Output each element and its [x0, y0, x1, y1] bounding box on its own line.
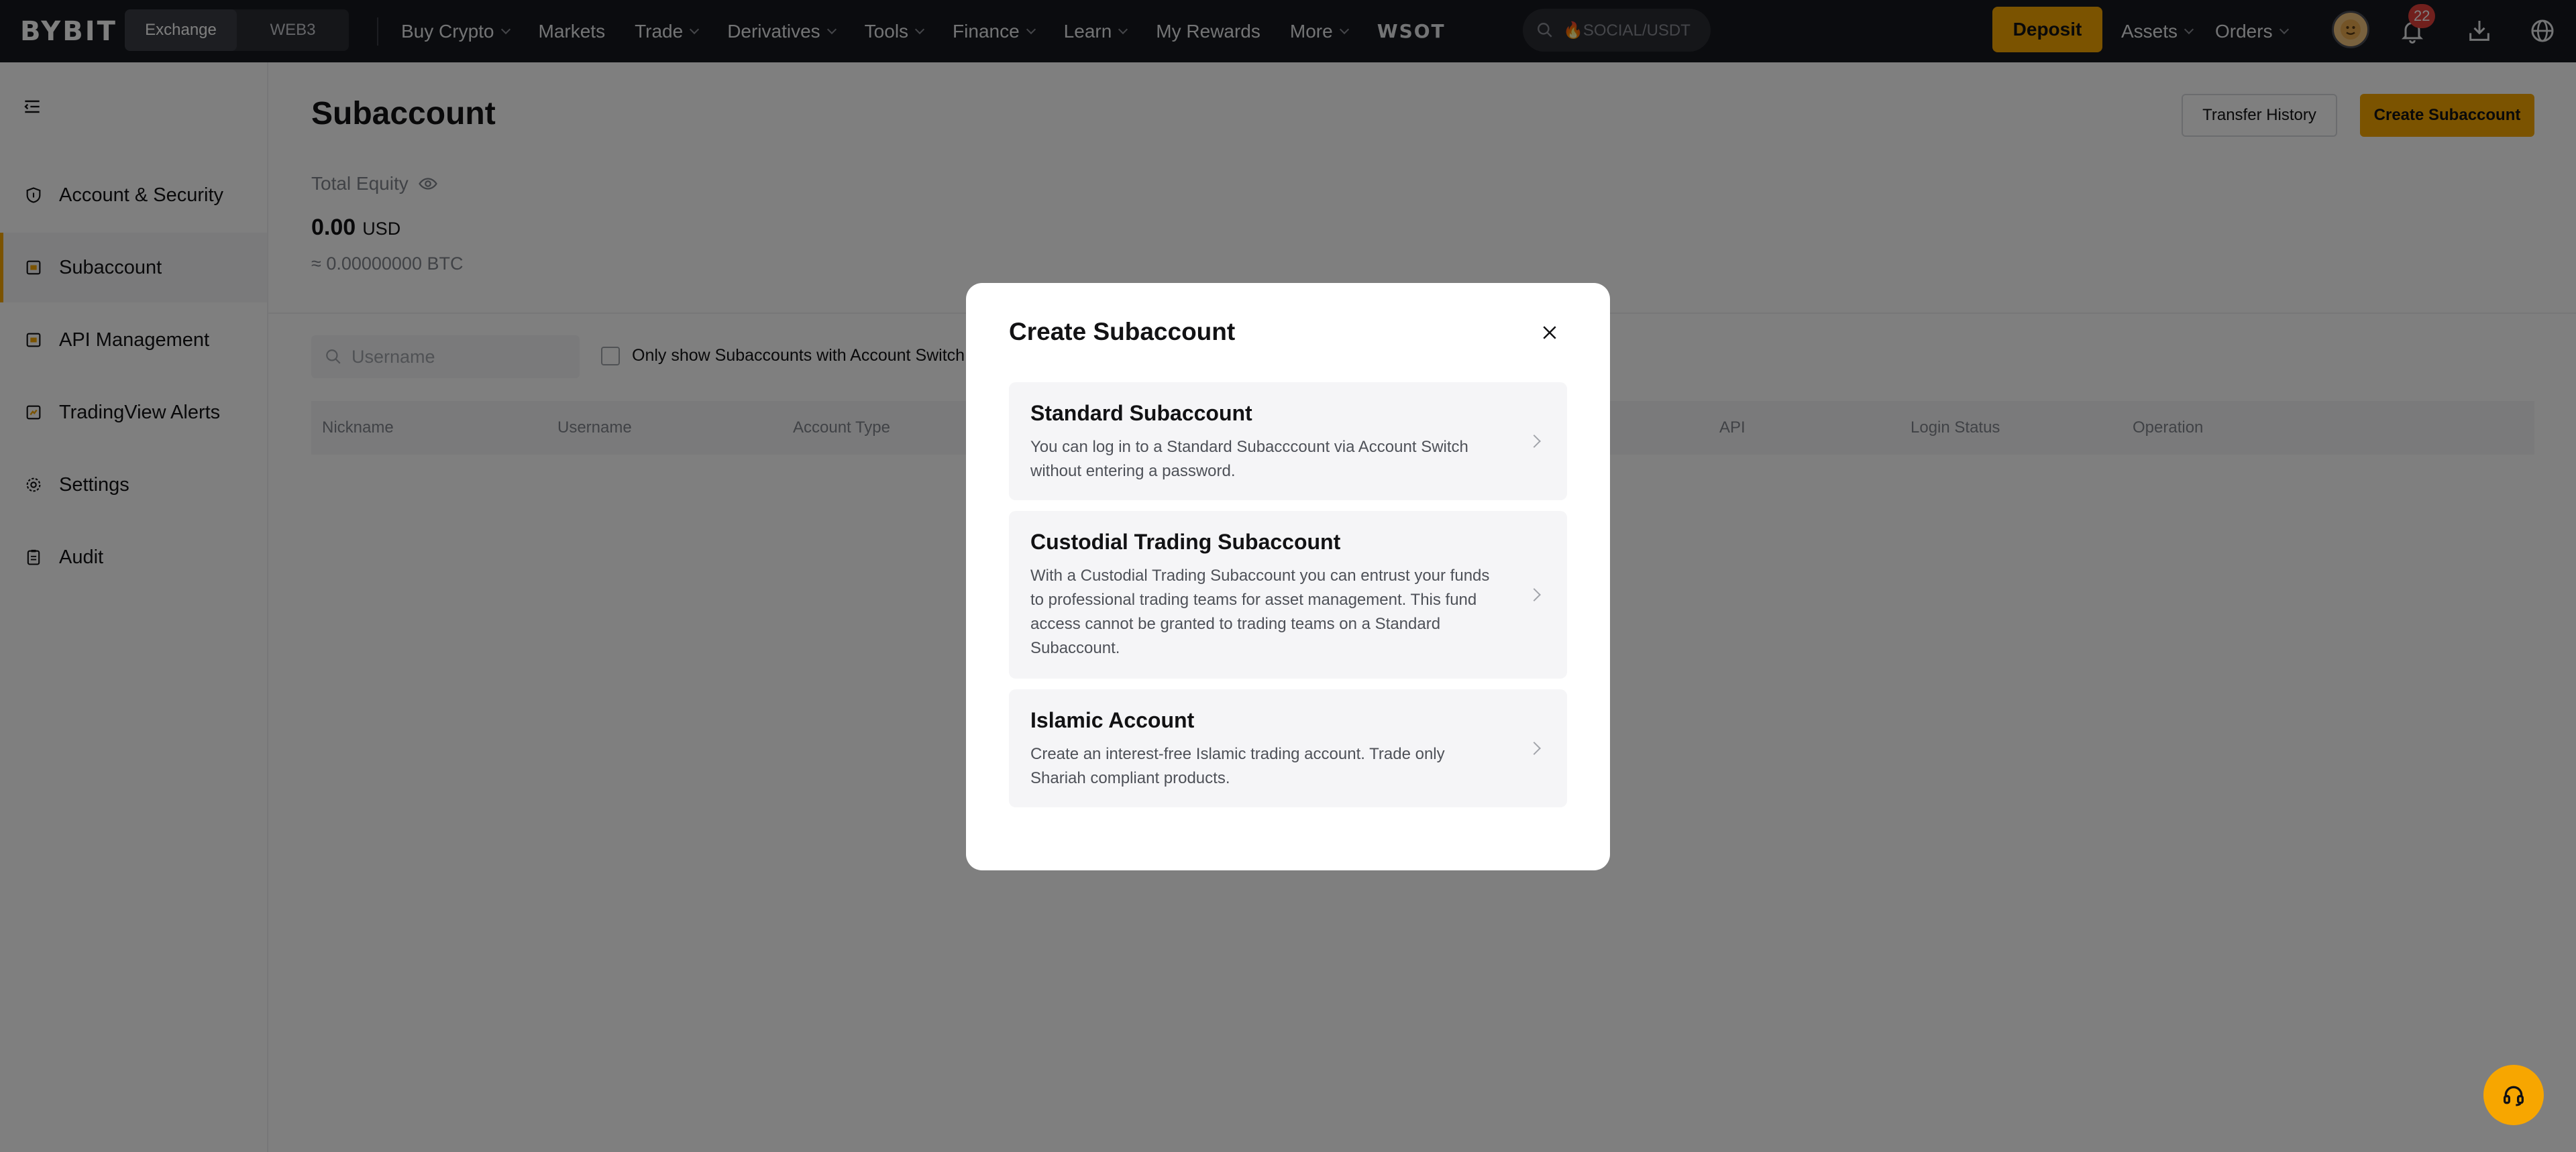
option-description: You can log in to a Standard Subacccount… [1030, 438, 1468, 480]
chevron-right-icon [1527, 588, 1541, 601]
headset-icon [2504, 1086, 2524, 1106]
chevron-right-icon [1527, 742, 1541, 755]
option-islamic-account[interactable]: Islamic Account Create an interest-free … [1009, 689, 1567, 807]
option-custodial-trading-subaccount[interactable]: Custodial Trading Subaccount With a Cust… [1009, 511, 1567, 679]
modal-title: Create Subaccount [1009, 318, 1236, 345]
option-title: Custodial Trading Subaccount [1030, 530, 1341, 554]
close-icon [1543, 326, 1556, 339]
chevron-right-icon [1527, 435, 1541, 448]
option-title: Islamic Account [1030, 708, 1195, 732]
option-standard-subaccount[interactable]: Standard Subaccount You can log in to a … [1009, 382, 1567, 500]
option-title: Standard Subaccount [1030, 401, 1252, 425]
create-subaccount-modal: Create Subaccount Standard Subaccount Yo… [966, 283, 1610, 870]
modal-close-button[interactable] [1534, 316, 1566, 349]
option-description: Create an interest-free Islamic trading … [1030, 745, 1445, 787]
customer-support-button[interactable] [2483, 1065, 2544, 1125]
option-description: With a Custodial Trading Subaccount you … [1030, 567, 1490, 657]
